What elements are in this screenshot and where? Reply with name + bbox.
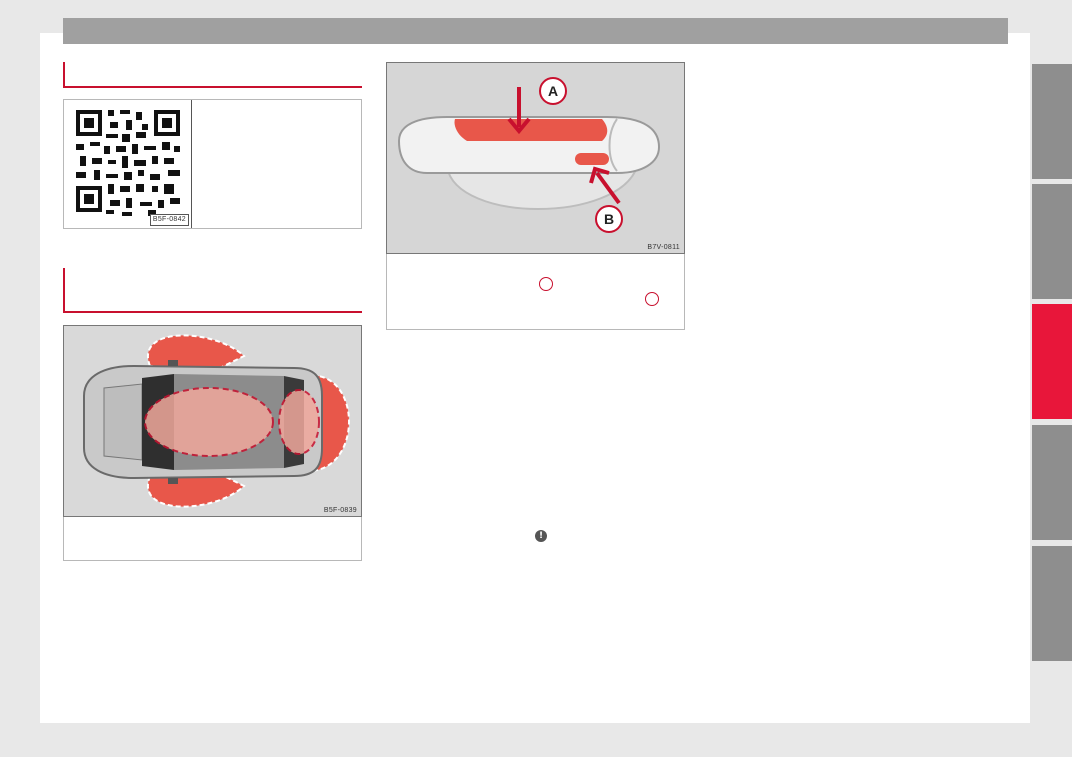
chapter-tab-1[interactable]: [1032, 64, 1072, 179]
car-figure-code: B5F-0839: [323, 507, 357, 514]
handle-figure: A B B7V-0811: [386, 62, 685, 254]
chapter-tab-3-active[interactable]: [1032, 304, 1072, 419]
car-top-view-illustration: [64, 326, 361, 516]
section-marker: [63, 268, 65, 311]
qr-figure-code: B5F-0842: [149, 214, 189, 226]
handle-figure-code: B7V-0811: [647, 244, 680, 251]
section-marker: [63, 62, 65, 86]
door-handle-illustration: A B: [387, 63, 684, 253]
car-figure: B5F-0839: [63, 325, 362, 517]
callout-b-label: B: [604, 211, 614, 227]
callout-a-marker: [539, 277, 553, 291]
callout-a-label: A: [548, 83, 558, 99]
qr-code-icon: [76, 110, 180, 216]
section-rule: [63, 311, 362, 313]
chapter-tab-4[interactable]: [1032, 425, 1072, 540]
header-band: [63, 18, 1008, 44]
chapter-tab-2[interactable]: [1032, 184, 1072, 299]
section-rule: [63, 86, 362, 88]
chapter-tab-5[interactable]: [1032, 546, 1072, 661]
qr-image: B5F-0842: [64, 100, 192, 228]
callout-b-marker: [645, 292, 659, 306]
warning-icon: !: [535, 530, 547, 542]
